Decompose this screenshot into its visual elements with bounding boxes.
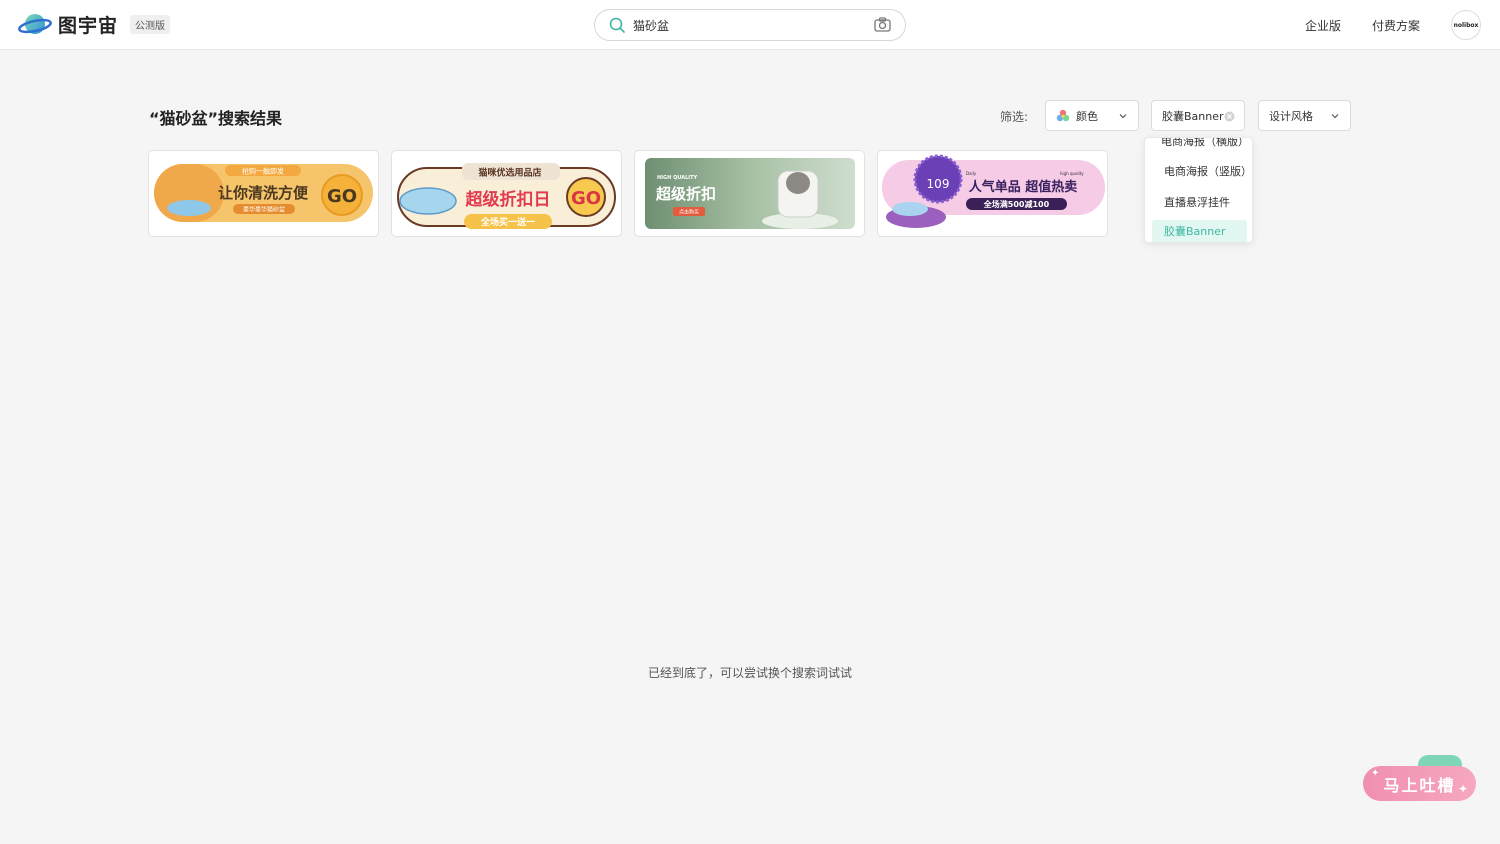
page-title: “猫砂盆”搜索结果: [149, 109, 283, 128]
dropdown-option-capsule-banner[interactable]: 胶囊Banner: [1152, 220, 1247, 242]
card-sub: 点击购买: [679, 209, 699, 216]
card-badge: 109: [927, 177, 950, 191]
color-filter-select[interactable]: 颜色: [1045, 100, 1139, 131]
type-filter-label: 胶囊Banner: [1162, 109, 1224, 123]
beta-badge: 公测版: [130, 14, 171, 34]
feedback-label: 马上吐槽: [1383, 775, 1456, 795]
app-name: 图宇宙: [58, 14, 119, 37]
result-card-2[interactable]: 猫咪优选用品店 超级折扣日 全场买一送一 GO: [391, 150, 622, 237]
card-headline: 超级折扣: [655, 185, 716, 203]
card-sub: 全场买一送一: [480, 216, 535, 228]
type-dropdown-menu: 电商海报（横版） 电商海报（竖版） 直播悬浮挂件 胶囊Banner: [1144, 137, 1253, 243]
chevron-down-icon: [1331, 114, 1339, 119]
litter-box-illustration: [399, 187, 457, 215]
search-icon: [609, 17, 625, 33]
clear-icon[interactable]: [1224, 111, 1235, 122]
card-tag: 猫咪优选用品店: [478, 167, 541, 179]
result-card-3[interactable]: HIGH QUALITY 超级折扣 点击购买: [634, 150, 865, 237]
card-cta: GO: [327, 186, 357, 207]
chevron-down-icon: [1119, 114, 1127, 119]
style-filter-select[interactable]: 设计风格: [1258, 100, 1351, 131]
dropdown-option-live-widget[interactable]: 直播悬浮挂件: [1152, 191, 1247, 215]
card-tag: HIGH QUALITY: [657, 175, 698, 181]
enterprise-link[interactable]: 企业版: [1305, 17, 1341, 34]
litter-box-illustration: [892, 202, 928, 216]
type-filter-select[interactable]: 胶囊Banner: [1151, 100, 1245, 131]
card-headline: 人气单品 超值热卖: [969, 179, 1078, 195]
planet-logo-icon: [18, 14, 52, 34]
card-headline: 让你清洗方便: [218, 184, 309, 202]
litter-box-illustration: [167, 200, 211, 216]
card-tag-right: high quality: [1060, 171, 1084, 176]
color-filter-label: 颜色: [1076, 109, 1098, 123]
sparkle-icon: ✦: [1458, 782, 1469, 796]
end-of-results-text: 已经到底了，可以尝试换个搜索词试试: [647, 666, 852, 680]
style-filter-label: 设计风格: [1269, 109, 1313, 123]
search-input[interactable]: [633, 18, 863, 32]
avatar[interactable]: nolibox: [1451, 10, 1481, 40]
card-sub: 全场满500减100: [983, 199, 1050, 209]
card-tag-left: Daily: [966, 171, 977, 176]
card-sub: 豪华豪华猫砂盆: [243, 206, 285, 214]
result-card-4[interactable]: 109 Daily high quality 人气单品 超值热卖 全场满500减…: [877, 150, 1108, 237]
card-tag: 抢购一触即发: [242, 167, 284, 176]
search-box[interactable]: [594, 9, 906, 41]
color-wheel-icon: [1056, 109, 1070, 121]
dropdown-option-poster-vertical[interactable]: 电商海报（竖版）: [1152, 160, 1252, 184]
card-headline: 超级折扣日: [466, 189, 551, 210]
card-cta: GO: [571, 188, 601, 209]
sparkle-icon: ✦: [1371, 768, 1380, 779]
dropdown-option-poster-horizontal[interactable]: 电商海报（横版）: [1149, 138, 1249, 154]
logo[interactable]: 图宇宙 公测版: [18, 10, 171, 38]
camera-icon[interactable]: [874, 17, 891, 32]
pricing-link[interactable]: 付费方案: [1372, 17, 1420, 34]
result-card-1[interactable]: 抢购一触即发 让你清洗方便 豪华豪华猫砂盆 GO: [148, 150, 379, 237]
top-bar: 图宇宙 公测版 企业版 付费方案 nolibox: [0, 0, 1500, 50]
filter-label: 筛选:: [1000, 110, 1029, 124]
